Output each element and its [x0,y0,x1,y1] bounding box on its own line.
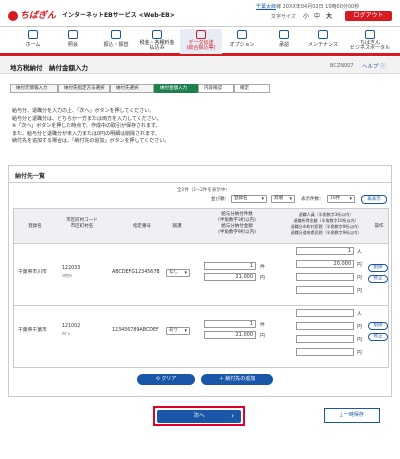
nav-home[interactable]: ホーム [18,29,48,54]
col-op: 操作 [374,224,384,229]
nav-approve[interactable]: 承認 [272,29,296,54]
user-name[interactable]: 千葉太郎 [256,4,276,10]
table-row: 千葉県千葉市 121002 ﾁﾊﾞｼ 123456789ABCDEF あり 1 … [13,306,389,368]
screen-code: BCZN007 [330,63,354,69]
row-name: 千葉県千葉市 [18,328,47,333]
page-title-bar: 地方税納付 納付金額入力 BCZN007 ヘルプ ⓘ [0,57,400,74]
retire-income-input[interactable] [296,322,354,330]
col-retire: 退職人員（半角数字3桁以内） 退職所得金額（半角数字10桁以内） 退職分市町村民… [290,212,362,235]
option-icon [237,30,247,39]
redisplay-button[interactable]: 再表示 [361,195,387,204]
retire-pref-tax-input[interactable] [296,286,354,294]
record-count: 全2件（1~2件を表示中） [177,188,230,193]
delete-button[interactable]: 削除 [368,322,388,330]
table-header: 登録名 市区町村コード 市区町村名 指定番号 賦課 給与分納付件数 (半角数字3… [13,208,389,244]
delete-button[interactable]: 削除 [368,264,388,272]
col-number: 指定番号 [133,224,151,229]
row-city-code: 121002 [62,324,81,329]
retire-count-input[interactable]: 1 [296,247,354,255]
row-city-code: 122033 [62,266,81,271]
row-number: 123456789ABCDEF [112,328,159,333]
page-title: 地方税納付 納付金額入力 [10,64,88,72]
salary-count-input[interactable]: 1 [204,262,256,270]
retire-income-input[interactable]: 20,000 [296,260,354,268]
help-link[interactable]: ヘルプ ⓘ [362,62,386,70]
maintenance-icon [318,30,328,39]
step-3: 納付先選択 [110,84,154,93]
transfer-icon [111,30,121,39]
step-indicator: 納付元情報入力 納付先指定方法選択 納付先選択 納付金額入力 内容確認 確定 [10,84,270,93]
approve-icon [279,30,289,39]
temporary-save-button[interactable]: ⤓ 一時保存 [324,408,380,423]
sort-select[interactable]: 登録名 [231,195,267,203]
bank-logo[interactable]: ちばぎん [8,8,56,21]
retire-city-tax-input[interactable] [296,335,354,343]
salary-amount-input[interactable]: 21,000 [204,273,256,281]
step-2: 納付先指定方法選択 [58,84,110,93]
clear-button[interactable]: ⟲ クリア [137,374,195,385]
global-nav: ホーム 照会 振込・振替 税金・各種料金 払込み データ伝送 (総合振込等) オ… [0,26,400,56]
next-button[interactable]: 次へ › [157,410,241,423]
row-flag-select[interactable]: あり [166,327,190,335]
nav-data-transfer[interactable]: データ伝送 (総合振込等) [180,29,222,54]
user-info: 千葉太郎様 20XX年04月02日 10時00分00秒 [256,4,360,10]
nav-business-portal[interactable]: ちばぎん ビジネスポータル [348,29,392,54]
salary-amount-input[interactable]: 21,000 [204,331,256,339]
font-size-small-button[interactable]: 小 [303,11,309,20]
payee-list-panel: 納付先一覧 全2件（1~2件を表示中） 並び順： 登録名 昇順 表示件数： 10… [8,165,392,397]
last-login: 20XX年04月02日 10時00分00秒 [282,4,360,10]
display-count-select[interactable]: 10件 [327,195,355,203]
table-row: 千葉県市川市 122033 ｲﾁｶﾜｼ ABCDEFG1234567B なし 1… [13,244,389,306]
row-number: ABCDEFG1234567B [112,270,160,275]
bank-logo-mark [8,10,18,21]
home-icon [28,30,38,39]
display-count-label: 表示件数： [301,197,324,202]
row-city-name: ﾁﾊﾞｼ [62,331,70,336]
retire-pref-tax-input[interactable] [296,348,354,356]
salary-count-input[interactable]: 1 [204,320,256,328]
font-size-large-button[interactable]: 大 [326,11,332,20]
inquiry-icon [68,30,78,39]
col-city: 市区町村コード 市区町村名 [66,218,98,229]
nav-maintenance[interactable]: メンテナンス [304,29,342,54]
edit-button[interactable]: 修正 [368,275,388,283]
row-city-name: ｲﾁｶﾜｼ [62,273,72,278]
instruction-message: 給与分、退職分を入力の上、「次へ」ボタンを押してください。 給与分と退職分は、ど… [12,108,170,144]
data-transfer-icon [196,30,206,39]
row-name: 千葉県市川市 [18,270,47,275]
step-6: 確定 [234,84,270,93]
retire-city-tax-input[interactable] [296,273,354,281]
help-icon: ⓘ [380,64,386,70]
step-4-current: 納付金額入力 [154,84,198,93]
panel-title: 納付先一覧 [15,173,46,180]
chevron-right-icon: › [231,412,234,420]
font-size-label: 文字サイズ [271,14,296,20]
logout-button[interactable]: ログアウト [345,11,392,21]
col-salary: 給与分納付件数 (半角数字3桁以内) 給与分納付金額 (半角数字9桁以内) [218,212,256,235]
sort-label: 並び順： [211,197,229,202]
row-flag-select[interactable]: なし [166,269,190,277]
font-size-medium-button[interactable]: 中 [314,11,320,20]
step-5: 内容確認 [198,84,234,93]
tax-icon [152,30,162,39]
nav-transfer[interactable]: 振込・振替 [98,29,134,54]
col-name: 登録名 [28,224,42,229]
col-flag: 賦課 [172,224,182,229]
order-select[interactable]: 昇順 [271,195,295,203]
portal-icon [365,30,375,39]
next-button-highlight: 次へ › [153,406,245,426]
retire-count-input[interactable] [296,309,354,317]
step-1: 納付元情報入力 [10,84,58,93]
header: ちばぎん インターネットEBサービス <Web-EB> 千葉太郎様 20XX年0… [0,0,400,24]
panel-divider [9,182,391,183]
edit-button[interactable]: 修正 [368,333,388,341]
add-payee-button[interactable]: ＋ 納付先の追加 [201,374,273,385]
service-name: インターネットEBサービス <Web-EB> [62,12,175,19]
nav-tax[interactable]: 税金・各種料金 払込み [136,29,178,54]
nav-option[interactable]: オプション [226,29,258,54]
nav-inquiry[interactable]: 照会 [58,29,88,54]
